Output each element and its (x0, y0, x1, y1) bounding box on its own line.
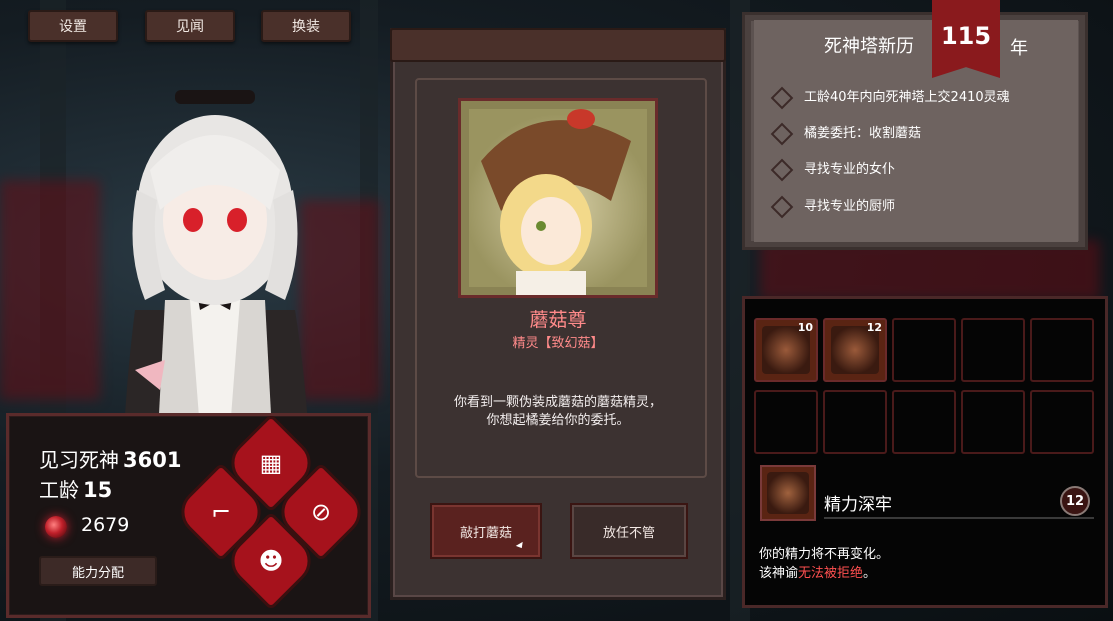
layers-icon: ▦ (259, 449, 283, 477)
divider (824, 517, 1094, 519)
player-age-value: 15 (83, 478, 113, 502)
soul-count: 2679 (81, 514, 130, 536)
diamond-marker-icon (770, 122, 794, 145)
inventory-slot[interactable] (892, 390, 956, 454)
soul-orb-icon (45, 516, 67, 538)
outfit-button[interactable]: 换装 (261, 10, 351, 42)
event-title: 蘑菇尊 (529, 309, 587, 331)
event-subtitle: 精灵【致幻菇】 (512, 336, 604, 351)
selected-oracle-icon (760, 465, 816, 521)
ignore-button[interactable]: 放任不管 (570, 503, 688, 559)
player-rank: 见习死神 3601 (39, 448, 182, 472)
timer-badge: 12 (1060, 486, 1090, 516)
inventory-slot[interactable] (1030, 390, 1094, 454)
event-portrait (458, 98, 658, 298)
task-item[interactable]: 橘姜委托：收割蘑菇 (770, 122, 921, 145)
task-item[interactable]: 寻找专业的女仆 (770, 158, 895, 181)
demon-icon: ☻ (258, 547, 284, 575)
ability-allot-button[interactable]: 能力分配 (39, 556, 157, 586)
diamond-marker-icon (770, 158, 794, 181)
inventory-slot[interactable]: 12 (823, 318, 887, 382)
inventory-slot[interactable]: 10 (754, 318, 818, 382)
event-description: 你看到一颗伪装成蘑菇的蘑菇精灵， 你想起橘姜给你的委托。 (453, 395, 662, 428)
scythe-icon: ⌐ (210, 498, 232, 526)
year-unit: 年 (1010, 38, 1028, 59)
effect-text-line2: 该神谕无法被拒绝。 (759, 566, 877, 581)
mushroom-spirit-image (481, 109, 631, 295)
effect-text-line1: 你的精力将不再变化。 (759, 547, 890, 562)
diamond-marker-icon (770, 195, 794, 218)
inventory-slot[interactable] (1030, 318, 1094, 382)
task-item[interactable]: 工龄40年内向死神塔上交2410灵魂 (770, 86, 1010, 109)
inventory-slot[interactable] (823, 390, 887, 454)
event-header-bar (390, 28, 726, 62)
journal-button[interactable]: 见闻 (145, 10, 235, 42)
settings-button[interactable]: 设置 (28, 10, 118, 42)
inventory-slot[interactable] (754, 390, 818, 454)
player-age: 工龄 15 (39, 478, 113, 502)
forbid-icon: ⊘ (310, 498, 332, 526)
player-id: 3601 (123, 448, 182, 472)
inventory-slot[interactable] (961, 318, 1025, 382)
diamond-marker-icon (770, 86, 794, 109)
knock-mushroom-button[interactable]: 敲打蘑菇 (430, 503, 542, 559)
inventory-slot[interactable] (892, 318, 956, 382)
selected-item-name: 精力深牢 (824, 495, 892, 515)
year-ribbon: 115 (932, 0, 1000, 78)
inventory-slot[interactable] (961, 390, 1025, 454)
task-item[interactable]: 寻找专业的厨师 (770, 195, 895, 218)
chronicle-title: 死神塔新历 (824, 36, 914, 57)
